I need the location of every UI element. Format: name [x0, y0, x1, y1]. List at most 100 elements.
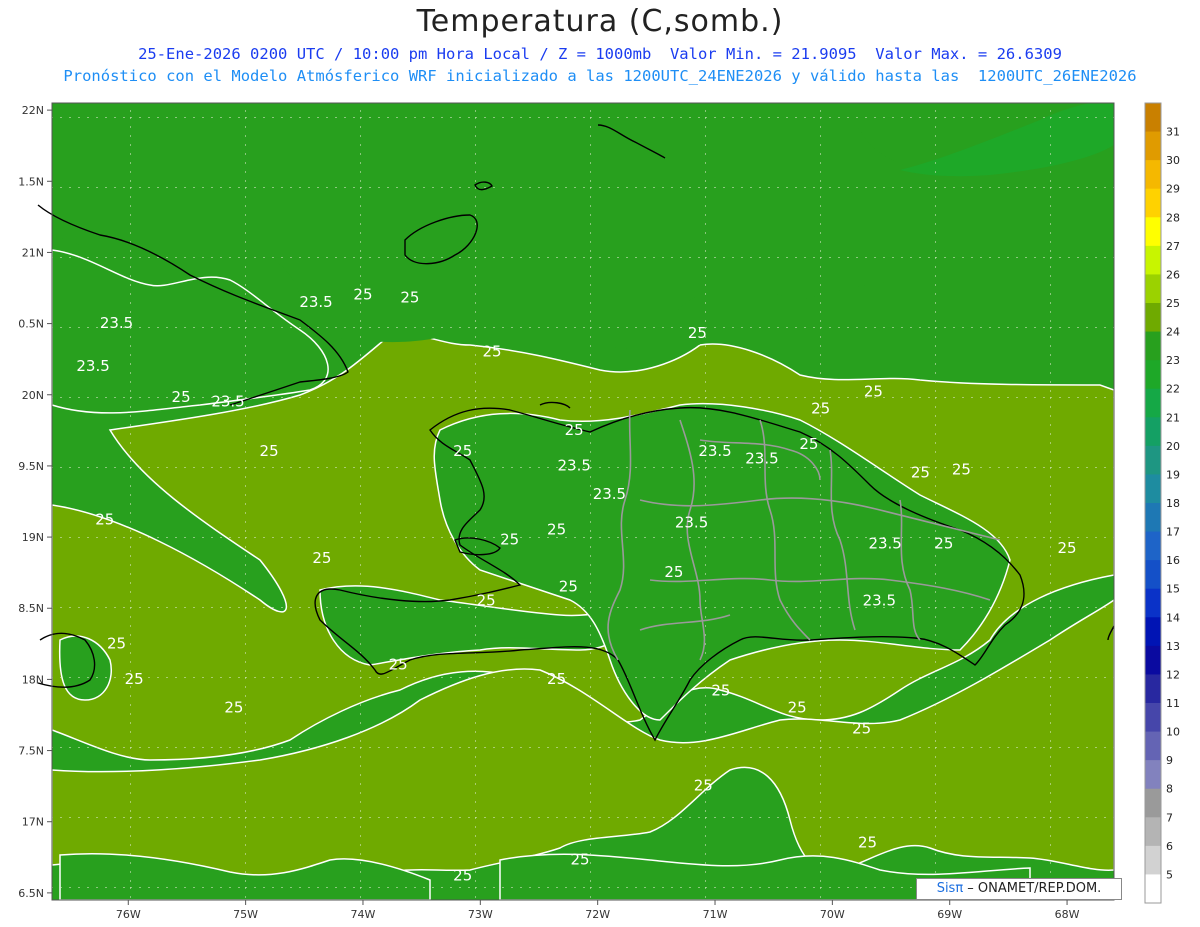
contour-label: 25: [453, 866, 472, 884]
colorbar-label: 29: [1166, 183, 1180, 196]
y-tick-label: 6.5N: [18, 887, 44, 900]
colorbar-swatch: [1145, 217, 1161, 247]
contour-label: 25: [125, 670, 144, 688]
x-tick-label: 73W: [468, 908, 493, 921]
y-tick-label: 21N: [22, 246, 44, 259]
contour-label: 25: [565, 421, 584, 439]
colorbar-label: 19: [1166, 468, 1180, 481]
contour-label: 25: [95, 511, 114, 529]
contour-label: 25: [811, 399, 830, 417]
contour-label: 23.5: [593, 485, 626, 503]
x-tick-label: 74W: [351, 908, 376, 921]
colorbar-label: 16: [1166, 554, 1180, 567]
colorbar-swatch: [1145, 788, 1161, 818]
contour-label: 25: [389, 656, 408, 674]
colorbar-swatch: [1145, 503, 1161, 533]
colorbar-swatch: [1145, 760, 1161, 790]
colorbar-swatch: [1145, 417, 1161, 447]
colorbar-label: 10: [1166, 726, 1180, 739]
contour-label: 25: [934, 535, 953, 553]
longitude-axis: 76W 75W 74W 73W 72W 71W 70W 69W 68W: [116, 900, 1080, 921]
y-tick-label: 22N: [22, 104, 44, 117]
contour-label: 25: [172, 388, 191, 406]
contour-label: 25: [477, 592, 496, 610]
contour-label: 25: [483, 343, 502, 361]
contour-label: 25: [547, 520, 566, 538]
x-tick-label: 71W: [703, 908, 728, 921]
colorbar-swatch: [1145, 303, 1161, 333]
y-tick-label: 20N: [22, 389, 44, 402]
contour-label: 25: [453, 442, 472, 460]
contour-label: 25: [224, 698, 243, 716]
x-tick-label: 69W: [937, 908, 962, 921]
credit-text: – ONAMET/REP.DOM.: [963, 881, 1102, 896]
colorbar-label: 15: [1166, 583, 1180, 596]
colorbar-swatch: [1145, 474, 1161, 504]
contour-label: 23.5: [745, 449, 778, 467]
y-tick-label: 17N: [22, 816, 44, 829]
y-tick-label: 0.5N: [18, 318, 44, 331]
colorbar-label: 13: [1166, 640, 1180, 653]
contour-label: 23.5: [211, 392, 244, 410]
colorbar-swatch: [1145, 531, 1161, 561]
contour-label: 25: [788, 698, 807, 716]
y-tick-label: 9.5N: [18, 460, 44, 473]
colorbar-label: 31: [1166, 126, 1180, 139]
contour-label: 25: [312, 549, 331, 567]
colorbar-swatch: [1145, 588, 1161, 618]
contour-label: 23.5: [76, 357, 109, 375]
colorbar-swatch: [1145, 617, 1161, 647]
colorbar-swatch: [1145, 360, 1161, 390]
colorbar-label: 22: [1166, 383, 1180, 396]
contour-label: 23.5: [299, 293, 332, 311]
contour-label: 25: [559, 577, 578, 595]
contour-label: 25: [864, 382, 883, 400]
colorbar-label: 17: [1166, 526, 1180, 539]
colorbar-swatch: [1145, 445, 1161, 475]
colorbar-label: 6: [1166, 840, 1173, 853]
contour-label: 25: [852, 720, 871, 738]
map-gridlines: [52, 103, 1114, 900]
x-tick-label: 76W: [116, 908, 141, 921]
credit-brand: Sisπ: [936, 881, 964, 896]
colorbar-label: 28: [1166, 211, 1180, 224]
contour-label: 23.5: [100, 314, 133, 332]
contour-label: 25: [911, 464, 930, 482]
colorbar: 31 30 29 28 27 26 25 24 23 22 21 20 19 18 17 16 15 14 13 12…: [1144, 102, 1180, 904]
contour-label: 23.5: [863, 592, 896, 610]
colorbar-label: 27: [1166, 240, 1180, 253]
contour-label: 25: [260, 442, 279, 460]
x-tick-label: 75W: [233, 908, 258, 921]
contour-label: 25: [400, 288, 419, 306]
colorbar-label: 14: [1166, 611, 1180, 624]
colorbar-label: 23: [1166, 354, 1180, 367]
colorbar-swatch: [1145, 274, 1161, 304]
latitude-axis: 22N 1.5N 21N 0.5N 20N 9.5N 19N 8.5N 18N 7.5N 17N 6.…: [18, 104, 52, 900]
contour-label: 25: [711, 681, 730, 699]
temperature-map: 23.5 23.5 25 25 23.5 25 23.5 25 25 25 23.5 25 23.5 25…: [18, 102, 1180, 921]
colorbar-swatch: [1145, 388, 1161, 418]
colorbar-label: 24: [1166, 326, 1180, 339]
contour-label: 25: [688, 324, 707, 342]
colorbar-swatch: [1145, 160, 1161, 190]
y-tick-label: 19N: [22, 531, 44, 544]
contour-label: 25: [664, 563, 683, 581]
colorbar-swatch: [1145, 560, 1161, 590]
contour-label: 25: [694, 777, 713, 795]
x-tick-label: 70W: [820, 908, 845, 921]
colorbar-swatch: [1145, 845, 1161, 875]
contour-label: 23.5: [675, 513, 708, 531]
colorbar-label: 18: [1166, 497, 1180, 510]
colorbar-swatch: [1145, 103, 1161, 133]
colorbar-swatch: [1145, 674, 1161, 704]
contour-label: 25: [500, 530, 519, 548]
colorbar-label: 12: [1166, 668, 1180, 681]
colorbar-label: 25: [1166, 297, 1180, 310]
contour-label: 23.5: [868, 535, 901, 553]
colorbar-label: 26: [1166, 268, 1180, 281]
contour-label: 25: [952, 461, 971, 479]
y-tick-label: 1.5N: [18, 175, 44, 188]
colorbar-swatch: [1145, 817, 1161, 847]
contour-label: 25: [799, 435, 818, 453]
y-tick-label: 7.5N: [18, 745, 44, 758]
